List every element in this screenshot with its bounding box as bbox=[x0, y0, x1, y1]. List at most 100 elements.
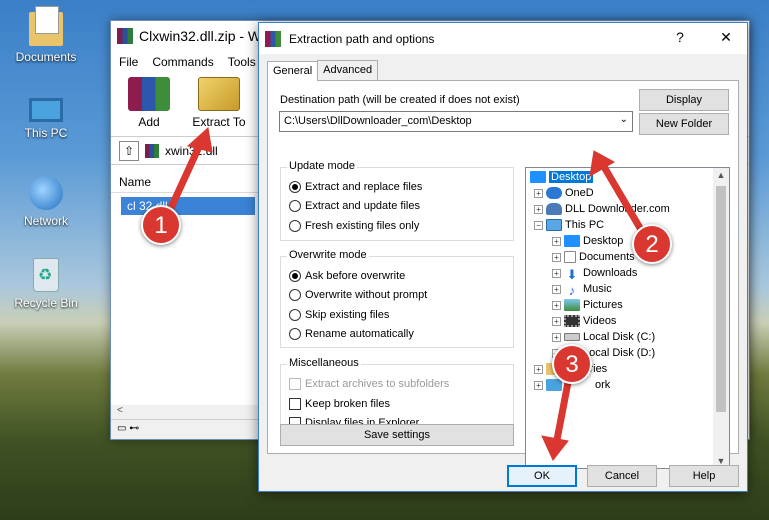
expand-icon[interactable]: + bbox=[552, 236, 561, 246]
help-icon[interactable]: ? bbox=[665, 29, 695, 45]
tree-item-music[interactable]: + ♪ Music bbox=[552, 281, 612, 298]
step-3-badge: 3 bbox=[552, 344, 592, 384]
expand-icon[interactable]: + bbox=[552, 332, 561, 342]
radio-selected-icon[interactable] bbox=[289, 181, 301, 193]
expand-icon[interactable]: + bbox=[552, 300, 561, 310]
update-mode-group: Update mode Extract and replace files Ex… bbox=[280, 160, 514, 241]
column-header-name[interactable]: Name bbox=[111, 169, 259, 193]
winrar-statusbar: ▭ ⊷ bbox=[111, 419, 259, 439]
radio-icon[interactable] bbox=[289, 309, 301, 321]
save-settings-button[interactable]: Save settings bbox=[280, 424, 514, 446]
radio-icon[interactable] bbox=[289, 220, 301, 232]
general-panel: Destination path (will be created if doe… bbox=[267, 80, 739, 469]
tree-label: Documents bbox=[579, 251, 635, 263]
tree-item-downloads[interactable]: + ⬇ Downloads bbox=[552, 265, 637, 282]
tree-item-onedrive[interactable]: + OneD bbox=[534, 185, 594, 201]
menu-commands[interactable]: Commands bbox=[152, 55, 213, 69]
desktop-icon-label: Network bbox=[23, 214, 68, 228]
tree-item-videos[interactable]: + Videos bbox=[552, 313, 616, 329]
help-button[interactable]: Help bbox=[669, 465, 739, 487]
drive-icon: ▭ ⊷ bbox=[117, 423, 140, 434]
tree-label: Desktop bbox=[549, 171, 594, 183]
scrollbar-thumb[interactable] bbox=[716, 186, 726, 412]
misc-option-keep-broken[interactable]: Keep broken files bbox=[289, 398, 390, 410]
tree-item-dll-downloader[interactable]: + DLL Downloader.com bbox=[534, 201, 670, 217]
add-button[interactable]: Add bbox=[121, 73, 177, 136]
desktop-icon-network[interactable]: Network bbox=[8, 176, 84, 228]
expand-icon[interactable]: + bbox=[552, 252, 561, 262]
tab-advanced[interactable]: Advanced bbox=[317, 60, 379, 80]
tree-item-desktop-root[interactable]: Desktop bbox=[530, 169, 594, 185]
checkbox-disabled-icon bbox=[289, 378, 301, 390]
expand-icon[interactable]: + bbox=[534, 364, 543, 374]
network-icon bbox=[546, 379, 562, 391]
archive-path[interactable]: xwin32.dll bbox=[165, 144, 218, 158]
tree-item-documents[interactable]: + Documents bbox=[552, 249, 635, 265]
option-label: Keep broken files bbox=[305, 398, 390, 410]
destination-path-field[interactable]: C:\Users\DllDownloader_com\Desktop ⌄ bbox=[279, 111, 633, 132]
destination-label: Destination path (will be created if doe… bbox=[280, 94, 520, 106]
radio-icon[interactable] bbox=[289, 289, 301, 301]
miscellaneous-title: Miscellaneous bbox=[287, 357, 361, 369]
expand-icon[interactable]: + bbox=[552, 284, 561, 294]
tree-label: Local Disk (C:) bbox=[583, 331, 656, 343]
radio-icon[interactable] bbox=[289, 328, 301, 340]
expand-icon[interactable]: + bbox=[534, 380, 543, 390]
desktop-icon-documents[interactable]: Documents bbox=[8, 6, 84, 64]
option-label: Ask before overwrite bbox=[305, 270, 406, 282]
extract-to-button[interactable]: Extract To bbox=[187, 73, 251, 136]
radio-icon[interactable] bbox=[289, 200, 301, 212]
user-folder-icon bbox=[546, 203, 562, 215]
desktop-icon bbox=[564, 235, 580, 247]
tab-general[interactable]: General bbox=[267, 61, 319, 81]
overwrite-option-ask[interactable]: Ask before overwrite bbox=[289, 270, 405, 282]
up-folder-icon[interactable]: ⇧ bbox=[119, 140, 139, 161]
overwrite-option-skip[interactable]: Skip existing files bbox=[289, 309, 389, 321]
option-label: Overwrite without prompt bbox=[305, 289, 428, 301]
display-button[interactable]: Display bbox=[639, 89, 729, 111]
download-arrow-icon: ⬇ bbox=[566, 267, 578, 282]
radio-selected-icon[interactable] bbox=[289, 270, 301, 282]
option-label: Rename automatically bbox=[305, 328, 414, 340]
chevron-down-icon[interactable]: ⌄ bbox=[620, 114, 628, 125]
update-option-fresh[interactable]: Fresh existing files only bbox=[289, 220, 419, 232]
update-option-update[interactable]: Extract and update files bbox=[289, 200, 420, 212]
tree-item-local-disk-c[interactable]: + Local Disk (C:) bbox=[552, 329, 655, 345]
menu-tools[interactable]: Tools bbox=[228, 55, 256, 69]
dialog-title: Extraction path and options bbox=[289, 31, 435, 46]
pictures-icon bbox=[564, 299, 580, 311]
desktop-icon-recycle-bin[interactable]: Recycle Bin bbox=[8, 258, 84, 310]
new-folder-button[interactable]: New Folder bbox=[639, 113, 729, 135]
tree-vertical-scrollbar[interactable]: ▲ ▼ bbox=[713, 168, 729, 468]
desktop-icon-label: This PC bbox=[24, 126, 68, 140]
tree-item-pictures[interactable]: + Pictures bbox=[552, 297, 623, 313]
tree-item-desktop[interactable]: + Desktop bbox=[552, 233, 623, 249]
network-globe-icon bbox=[29, 176, 63, 210]
close-icon[interactable]: ✕ bbox=[711, 29, 741, 46]
overwrite-option-rename[interactable]: Rename automatically bbox=[289, 328, 414, 340]
ok-button[interactable]: OK bbox=[507, 465, 577, 487]
add-label: Add bbox=[138, 115, 160, 129]
menu-file[interactable]: File bbox=[119, 55, 138, 69]
music-note-icon: ♪ bbox=[568, 283, 576, 298]
overwrite-option-without-prompt[interactable]: Overwrite without prompt bbox=[289, 289, 427, 301]
expand-icon[interactable]: + bbox=[552, 316, 561, 326]
overwrite-mode-group: Overwrite mode Ask before overwrite Over… bbox=[280, 249, 514, 348]
option-label: Extract archives to subfolders bbox=[305, 378, 450, 390]
dialog-titlebar[interactable]: Extraction path and options ? ✕ bbox=[259, 23, 747, 54]
tree-item-this-pc[interactable]: − This PC bbox=[534, 217, 604, 233]
scroll-up-icon[interactable]: ▲ bbox=[713, 170, 729, 180]
update-option-replace[interactable]: Extract and replace files bbox=[289, 181, 422, 193]
destination-path-value: C:\Users\DllDownloader_com\Desktop bbox=[284, 115, 472, 127]
folder-tree[interactable]: Desktop + OneD + DLL Downloader.com − Th… bbox=[525, 167, 730, 469]
expand-icon[interactable]: + bbox=[534, 188, 543, 198]
collapse-icon[interactable]: − bbox=[534, 220, 543, 230]
cancel-button[interactable]: Cancel bbox=[587, 465, 657, 487]
expand-icon[interactable]: + bbox=[552, 268, 561, 278]
winrar-title: Clxwin32.dll.zip - Wi bbox=[139, 28, 265, 44]
misc-option-subfolders: Extract archives to subfolders bbox=[289, 378, 449, 390]
desktop-icon-this-pc[interactable]: This PC bbox=[8, 92, 84, 140]
expand-icon[interactable]: + bbox=[534, 204, 543, 214]
checkbox-icon[interactable] bbox=[289, 398, 301, 410]
file-row-selected[interactable]: cl 32.dll bbox=[121, 197, 255, 215]
